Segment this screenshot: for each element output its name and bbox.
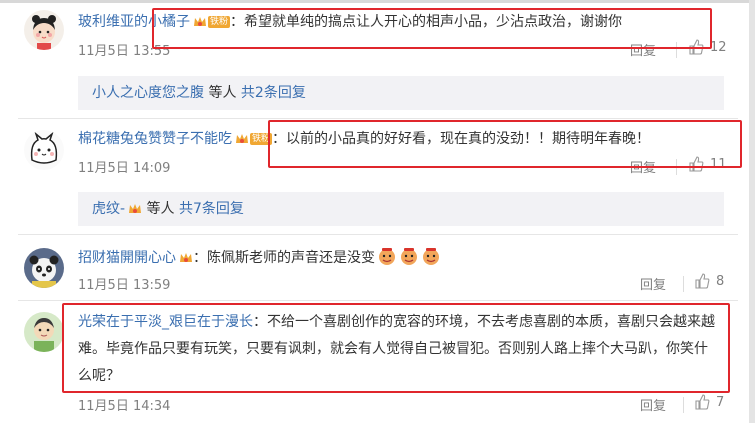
- avatar[interactable]: [24, 10, 64, 50]
- colon: ：: [253, 314, 267, 330]
- doge-emoji-icon: [421, 246, 441, 272]
- sub-reply-more[interactable]: 共7条回复: [179, 201, 244, 217]
- fan-badge: 铁粉: [250, 133, 273, 145]
- like-count: 12: [710, 39, 727, 55]
- thumbs-up-icon: [695, 273, 710, 289]
- comment-text: 陈佩斯老师的声音还是没变: [207, 250, 375, 266]
- like-button[interactable]: 11: [688, 156, 727, 172]
- sub-reply-user[interactable]: 虎纹-: [92, 201, 125, 217]
- comment-username[interactable]: 招财猫開開心心: [78, 250, 176, 266]
- like-count: 11: [710, 156, 727, 172]
- thumbs-up-icon: [695, 394, 710, 410]
- divider: [18, 118, 738, 119]
- panda-avatar-icon: [24, 248, 64, 288]
- crown-badge-icon: [179, 251, 193, 271]
- divider: [18, 300, 738, 301]
- reply-button[interactable]: 回复: [640, 395, 666, 414]
- avatar[interactable]: [24, 312, 64, 352]
- comment-time: 11月5日 14:09: [78, 161, 171, 176]
- comment-time: 11月5日 13:55: [78, 44, 171, 59]
- cat-avatar-icon: [24, 130, 64, 170]
- avatar[interactable]: [24, 130, 64, 170]
- comment-username[interactable]: 棉花糖兔兔赞赞子不能吃: [78, 131, 232, 147]
- comment-body: 光荣在于平淡_艰巨在于漫长：不给一个喜剧创作的宽容的环境，不去考虑喜剧的本质，喜…: [78, 309, 718, 390]
- sub-reply-user[interactable]: 小人之心度您之腹: [92, 85, 204, 101]
- crown-badge-icon: [128, 195, 142, 229]
- top-edge: [0, 0, 755, 3]
- like-count: 8: [716, 273, 725, 289]
- sub-reply-mid: 等人: [208, 85, 237, 101]
- reply-button[interactable]: 回复: [640, 274, 666, 293]
- reply-button[interactable]: 回复: [630, 40, 656, 59]
- action-divider: [676, 159, 677, 175]
- comment-time: 11月5日 13:59: [78, 278, 171, 293]
- comment-username[interactable]: 光荣在于平淡_艰巨在于漫长: [78, 314, 253, 330]
- crown-badge-icon: [235, 132, 249, 152]
- sub-reply-summary[interactable]: 虎纹- 等人 共7条回复: [78, 192, 724, 226]
- like-button[interactable]: 7: [694, 394, 724, 410]
- sub-reply-mid: 等人: [146, 201, 175, 217]
- avatar[interactable]: [24, 248, 64, 288]
- divider: [18, 234, 738, 235]
- sub-reply-summary[interactable]: 小人之心度您之腹 等人 共2条回复: [78, 76, 724, 110]
- reply-button[interactable]: 回复: [630, 157, 656, 176]
- like-button[interactable]: 12: [688, 39, 727, 55]
- colon: ：: [230, 14, 245, 30]
- crown-badge-icon: [193, 15, 207, 35]
- girl-avatar-icon: [24, 10, 64, 50]
- like-count: 7: [716, 394, 725, 410]
- scrollbar-track[interactable]: [749, 0, 755, 423]
- comment-username[interactable]: 玻利维亚的小橘子: [78, 14, 190, 30]
- doge-emoji-icon: [377, 246, 397, 272]
- action-divider: [683, 397, 684, 413]
- action-divider: [683, 276, 684, 292]
- thumbs-up-icon: [689, 156, 704, 172]
- comment-text: 以前的小品真的好好看，现在真的没劲！！期待明年春晚！: [286, 131, 651, 147]
- colon: ：: [272, 131, 287, 147]
- comment-text: 希望就单纯的搞点让人开心的相声小品，少沾点政治，谢谢你: [244, 14, 623, 30]
- sub-reply-more[interactable]: 共2条回复: [241, 85, 306, 101]
- cartoon-avatar-icon: [24, 312, 64, 352]
- thumbs-up-icon: [689, 39, 704, 55]
- like-button[interactable]: 8: [694, 273, 724, 289]
- action-divider: [676, 42, 677, 58]
- fan-badge: 铁粉: [208, 16, 231, 28]
- comment-time: 11月5日 14:34: [78, 399, 171, 414]
- doge-emoji-icon: [399, 246, 419, 272]
- colon: ：: [193, 250, 207, 266]
